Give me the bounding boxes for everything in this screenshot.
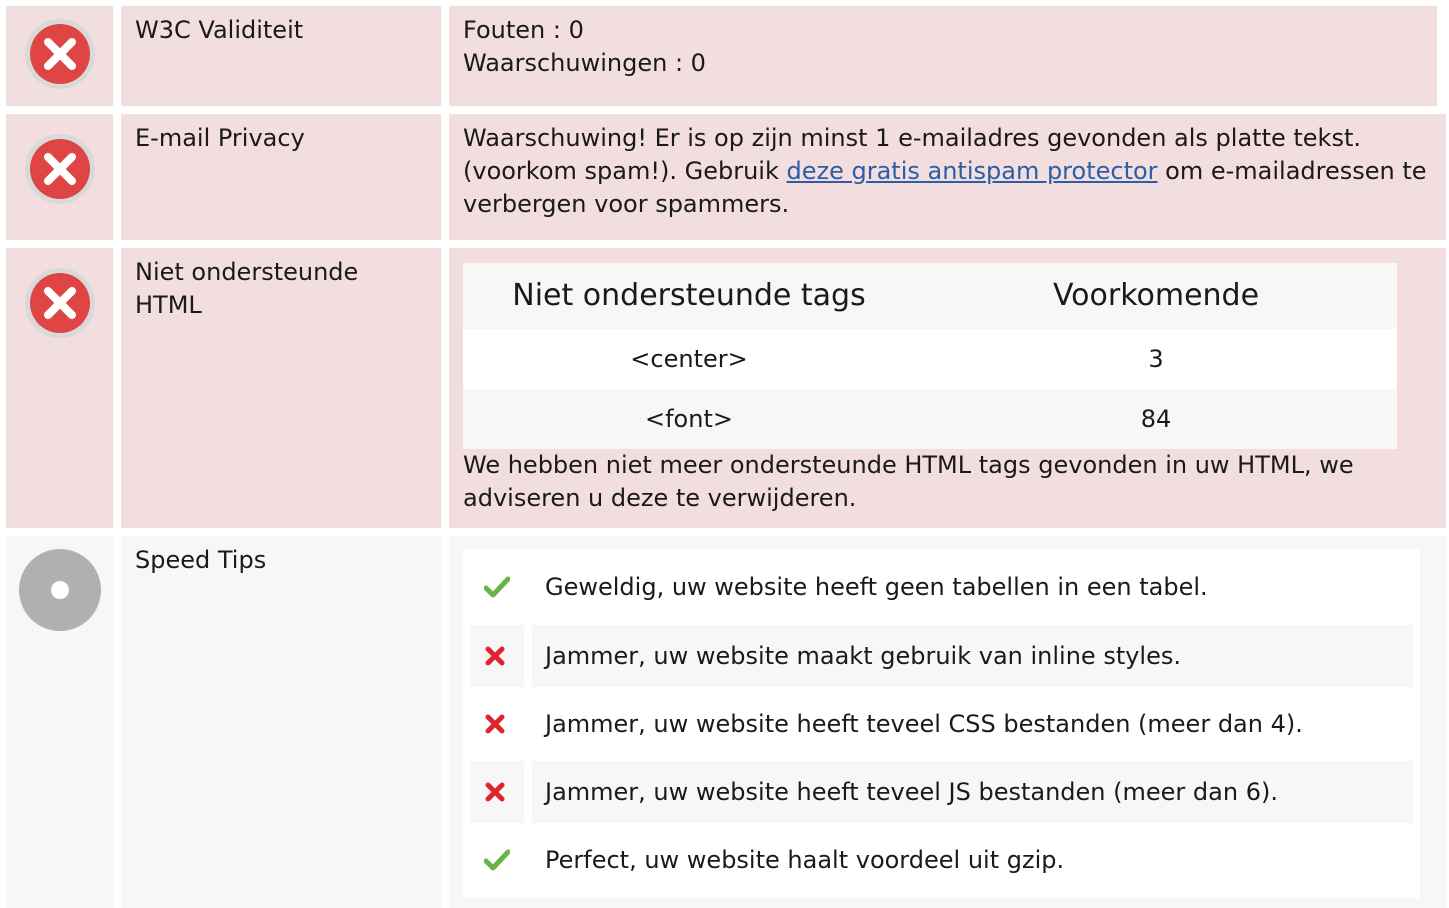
label-text: Niet ondersteunde HTML	[135, 258, 359, 319]
header-tags: Niet ondersteunde tags	[512, 278, 866, 313]
speed-tips-list: Geweldig, uw website heeft geen tabellen…	[463, 549, 1420, 898]
row-label: Niet ondersteunde HTML	[121, 248, 441, 528]
tip-box: Jammer, uw website heeft teveel JS besta…	[532, 761, 1413, 823]
tag-name: <font>	[645, 405, 733, 433]
cross-icon	[485, 714, 505, 734]
label-text: Speed Tips	[135, 546, 267, 574]
tip-status	[470, 829, 524, 891]
table-header: Niet ondersteunde tags Voorkomende	[463, 263, 1397, 329]
label-text: W3C Validiteit	[135, 16, 304, 44]
tip-text: Jammer, uw website maakt gebruik van inl…	[545, 642, 1181, 670]
tip-status	[470, 693, 524, 755]
list-item: Perfect, uw website haalt voordeel uit g…	[470, 829, 1413, 891]
tip-text: Geweldig, uw website heeft geen tabellen…	[545, 573, 1208, 601]
row-value: Geweldig, uw website heeft geen tabellen…	[449, 536, 1446, 908]
cross-icon	[485, 646, 505, 666]
check-icon	[484, 849, 510, 871]
table-row: <font> 84	[463, 389, 1397, 449]
tip-status	[470, 625, 524, 687]
status-cell	[6, 6, 113, 106]
tip-box: Geweldig, uw website heeft geen tabellen…	[532, 556, 1413, 618]
tag-count: 84	[1140, 405, 1172, 433]
neutral-icon	[19, 549, 101, 631]
row-email-privacy: E-mail Privacy Waarschuwing! Er is op zi…	[0, 114, 1449, 240]
error-icon	[25, 268, 95, 338]
error-icon	[25, 19, 95, 89]
tip-text: Jammer, uw website heeft teveel JS besta…	[545, 778, 1278, 806]
status-cell	[6, 248, 113, 528]
tag-count: 3	[1148, 345, 1164, 373]
unsupported-tags-table: Niet ondersteunde tags Voorkomende <cent…	[463, 263, 1397, 449]
row-speed-tips: Speed Tips Geweldig, uw website heeft ge…	[0, 536, 1449, 908]
antispam-protector-link[interactable]: deze gratis antispam protector	[786, 157, 1157, 185]
row-value: Waarschuwing! Er is op zijn minst 1 e-ma…	[449, 114, 1446, 240]
label-text: E-mail Privacy	[135, 124, 305, 152]
tip-status	[470, 556, 524, 618]
tip-box: Jammer, uw website heeft teveel CSS best…	[532, 693, 1413, 755]
tip-text: Perfect, uw website haalt voordeel uit g…	[545, 846, 1065, 874]
errors-count: Fouten : 0	[463, 16, 584, 44]
tip-box: Perfect, uw website haalt voordeel uit g…	[532, 829, 1413, 891]
row-unsupported-html: Niet ondersteunde HTML Niet ondersteunde…	[0, 248, 1449, 528]
table-row: <center> 3	[463, 329, 1397, 389]
check-icon	[484, 576, 510, 598]
list-item: Geweldig, uw website heeft geen tabellen…	[470, 556, 1413, 618]
unsupported-html-note: We hebben niet meer ondersteunde HTML ta…	[463, 451, 1354, 512]
row-w3c-validity: W3C Validiteit Fouten : 0 Waarschuwingen…	[0, 6, 1449, 106]
tip-box: Jammer, uw website maakt gebruik van inl…	[532, 625, 1413, 687]
warnings-count: Waarschuwingen : 0	[463, 49, 706, 77]
row-value: Niet ondersteunde tags Voorkomende <cent…	[449, 248, 1446, 528]
header-occurrences: Voorkomende	[1052, 278, 1260, 313]
row-label: E-mail Privacy	[121, 114, 441, 240]
tip-status	[470, 761, 524, 823]
row-label: Speed Tips	[121, 536, 441, 908]
list-item: Jammer, uw website heeft teveel CSS best…	[470, 693, 1413, 755]
row-value: Fouten : 0 Waarschuwingen : 0	[449, 6, 1437, 106]
cross-icon	[485, 782, 505, 802]
list-item: Jammer, uw website heeft teveel JS besta…	[470, 761, 1413, 823]
tag-name: <center>	[630, 345, 748, 373]
list-item: Jammer, uw website maakt gebruik van inl…	[470, 625, 1413, 687]
tip-text: Jammer, uw website heeft teveel CSS best…	[545, 710, 1303, 738]
row-label: W3C Validiteit	[121, 6, 441, 106]
status-cell	[6, 114, 113, 240]
status-cell	[6, 536, 113, 908]
error-icon	[25, 134, 95, 204]
